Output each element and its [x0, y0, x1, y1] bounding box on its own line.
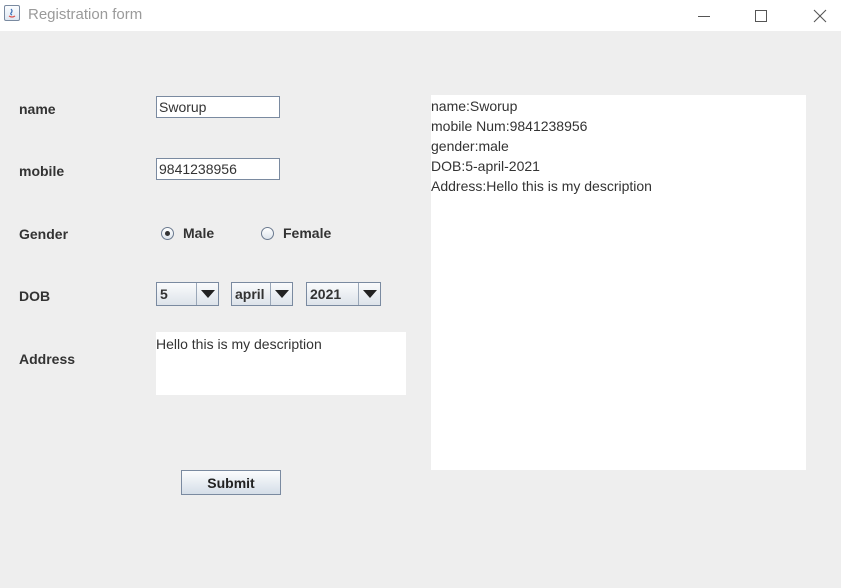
- dob-label: DOB: [19, 288, 51, 304]
- minimize-icon: [698, 15, 710, 17]
- radio-unselected-icon: [261, 226, 274, 240]
- chevron-down-icon[interactable]: [270, 283, 292, 305]
- gender-female-label: Female: [283, 225, 332, 241]
- submit-button[interactable]: Submit: [181, 470, 281, 495]
- dob-day-value: 5: [160, 286, 168, 302]
- address-textarea[interactable]: Hello this is my description: [156, 332, 406, 395]
- close-button[interactable]: [797, 0, 841, 31]
- chevron-down-icon[interactable]: [196, 283, 218, 305]
- output-line-mobile: mobile Num:9841238956: [431, 118, 588, 134]
- title-bar: Registration form: [0, 0, 841, 31]
- gender-label: Gender: [19, 226, 69, 242]
- chevron-down-icon[interactable]: [358, 283, 380, 305]
- output-line-name: name:Sworup: [431, 98, 518, 114]
- minimize-button[interactable]: [681, 0, 727, 31]
- output-line-address: Address:Hello this is my description: [431, 178, 652, 194]
- dob-year-select[interactable]: 2021: [306, 282, 381, 306]
- maximize-icon: [755, 9, 767, 22]
- gender-male-label: Male: [183, 225, 215, 241]
- dob-month-select[interactable]: april: [231, 282, 293, 306]
- gender-female-radio[interactable]: Female: [261, 225, 331, 241]
- dob-year-value: 2021: [310, 286, 342, 302]
- output-line-dob: DOB:5-april-2021: [431, 158, 540, 174]
- java-app-icon: [4, 5, 20, 21]
- name-label: name: [19, 101, 56, 117]
- gender-male-radio[interactable]: Male: [161, 225, 214, 241]
- output-line-gender: gender:male: [431, 138, 509, 154]
- radio-selected-icon: [161, 226, 174, 240]
- name-input[interactable]: Sworup: [156, 96, 280, 118]
- maximize-button[interactable]: [738, 0, 784, 31]
- mobile-label: mobile: [19, 163, 65, 179]
- dob-day-select[interactable]: 5: [156, 282, 219, 306]
- mobile-input[interactable]: 9841238956: [156, 158, 280, 180]
- address-label: Address: [19, 351, 76, 367]
- window-title: Registration form: [28, 6, 143, 23]
- dob-month-value: april: [235, 286, 265, 302]
- output-textarea[interactable]: name:Sworup mobile Num:9841238956 gender…: [431, 95, 806, 470]
- close-icon: [813, 9, 827, 22]
